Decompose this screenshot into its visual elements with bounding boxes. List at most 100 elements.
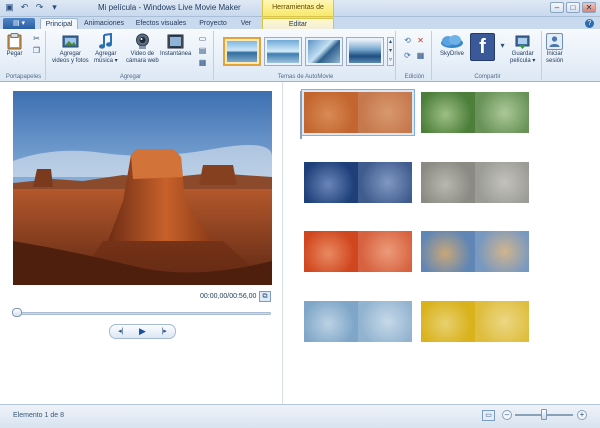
tab-editar[interactable]: Editar — [262, 18, 334, 29]
save-icon[interactable]: ▣ — [4, 2, 15, 13]
clip-frame — [304, 231, 358, 272]
minimize-button[interactable]: – — [550, 2, 564, 13]
gallery-up-icon[interactable]: ▴ — [388, 38, 393, 47]
undo-icon[interactable]: ↶ — [19, 2, 30, 13]
tab-animaciones[interactable]: Animaciones — [82, 18, 126, 29]
timecode: 00:00,00/00:56,00 — [200, 293, 257, 300]
redo-icon[interactable]: ↷ — [34, 2, 45, 13]
status-bar: Elemento 1 de 8 ▭ – + — [0, 404, 600, 428]
tab-principal[interactable]: Principal — [40, 18, 78, 29]
tab-ver[interactable]: Ver — [236, 18, 256, 29]
webcam-video-button[interactable]: Video de cámara web — [126, 33, 159, 65]
next-frame-icon[interactable]: |▸ — [156, 326, 172, 337]
group-add: Agregar videos y fotos Agregar música ▾ Vi… — [48, 31, 214, 80]
window-title: Mi película - Windows Live Movie Maker — [98, 3, 241, 12]
themes-gallery-scroll[interactable]: ▴ ▾ ▿ — [387, 37, 394, 66]
add-caption-icon[interactable]: ▤ — [198, 46, 207, 55]
clip-frame — [421, 92, 475, 133]
film-photo-icon — [62, 33, 79, 50]
gallery-more-icon[interactable]: ▿ — [388, 56, 393, 65]
storyboard-clip[interactable] — [304, 231, 412, 272]
tab-proyecto[interactable]: Proyecto — [196, 18, 230, 29]
group-automovie-themes: ▴ ▾ ▿ Temas de AutoMovie — [216, 31, 396, 80]
clip-frame — [358, 162, 412, 203]
customize-toolbar-icon[interactable]: ▾ — [49, 2, 60, 13]
zoom-slider-handle[interactable] — [541, 409, 547, 420]
copy-icon[interactable]: ❐ — [32, 46, 41, 55]
app-menu-button[interactable]: ▤ ▾ — [3, 18, 35, 29]
aspect-ratio-icon[interactable]: ▭ — [482, 410, 495, 421]
select-all-icon[interactable]: ▦ — [416, 51, 425, 60]
clip-frame — [475, 92, 529, 133]
previous-frame-icon[interactable]: ◂| — [113, 326, 129, 337]
storyboard-clip[interactable] — [421, 162, 529, 203]
preview-monitor[interactable] — [13, 91, 272, 285]
playhead-indicator[interactable] — [300, 91, 302, 139]
storyboard-clip[interactable] — [301, 89, 415, 136]
save-movie-button[interactable]: Guardar película ▾ — [510, 33, 535, 65]
group-sign-in: Iniciar sesión — [544, 31, 572, 80]
music-note-icon — [97, 33, 114, 50]
share-more-icon[interactable]: ▾ — [498, 41, 507, 50]
help-icon[interactable]: ? — [585, 19, 594, 28]
tab-efectos-visuales[interactable]: Efectos visuales — [132, 18, 190, 29]
theme-thumbnail[interactable] — [223, 37, 261, 66]
add-videos-photos-label: Agregar videos y fotos — [52, 51, 89, 64]
theme-thumbnail[interactable] — [346, 37, 384, 66]
zoom-in-icon[interactable]: + — [577, 410, 587, 420]
remove-icon[interactable]: ✕ — [416, 36, 425, 45]
rotate-left-icon[interactable]: ⟲ — [403, 36, 412, 45]
webcam-video-label: Video de cámara web — [126, 51, 159, 64]
seek-bar[interactable] — [15, 312, 271, 315]
user-icon — [546, 33, 564, 50]
ribbon: Pegar ✂ ❐ Portapapeles Agregar videos y f… — [0, 29, 600, 82]
storyboard-clip[interactable] — [421, 92, 529, 133]
storyboard-clip[interactable] — [421, 231, 529, 272]
clip-frame — [358, 92, 412, 133]
sign-in-button[interactable]: Iniciar sesión — [546, 33, 563, 65]
playback-controls: ◂| ▶ |▸ — [109, 324, 176, 339]
zoom-out-icon[interactable]: – — [502, 410, 512, 420]
ribbon-tabs: ▤ ▾ Principal Animaciones Efectos visual… — [0, 17, 600, 29]
skydrive-button[interactable]: SkyDrive — [438, 33, 466, 58]
gallery-down-icon[interactable]: ▾ — [388, 47, 393, 56]
add-credits-icon[interactable]: ▦ — [198, 58, 207, 67]
play-icon[interactable]: ▶ — [134, 326, 150, 337]
clip-frame — [421, 162, 475, 203]
storyboard-clip[interactable] — [421, 301, 529, 342]
clip-frame — [358, 301, 412, 342]
add-music-label: Agregar música ▾ — [94, 51, 118, 64]
group-label-clipboard: Portapapeles — [5, 74, 42, 80]
clip-frame — [304, 162, 358, 203]
maximize-button[interactable]: □ — [566, 2, 580, 13]
skydrive-label: SkyDrive — [439, 51, 464, 57]
paste-label: Pegar — [6, 51, 23, 57]
main-area: 00:00,00/00:56,00 ⧉ ◂| ▶ |▸ — [0, 82, 600, 404]
contextual-tools-title: Herramientas de video — [262, 0, 334, 27]
clip-frame — [304, 92, 358, 133]
save-movie-label: Guardar película ▾ — [510, 51, 536, 64]
storyboard-clip[interactable] — [304, 301, 412, 342]
theme-thumbnail[interactable] — [264, 37, 302, 66]
skydrive-icon — [438, 33, 466, 50]
sign-in-label: Iniciar sesión — [546, 51, 564, 64]
paste-button[interactable]: Pegar — [6, 33, 23, 58]
clip-frame — [475, 231, 529, 272]
facebook-icon: f — [470, 33, 495, 61]
cut-icon[interactable]: ✂ — [32, 34, 41, 43]
group-share: SkyDrive f ▾ Guardar película ▾ Compartir — [434, 31, 542, 80]
clip-frame — [475, 162, 529, 203]
facebook-button[interactable]: f — [470, 33, 495, 61]
add-title-icon[interactable]: ▭ — [198, 34, 207, 43]
window-controls: – □ ✕ — [550, 2, 596, 13]
seek-handle[interactable] — [12, 308, 22, 317]
snapshot-button[interactable]: Instantánea — [160, 33, 191, 58]
storyboard-clip[interactable] — [304, 162, 412, 203]
split-view-icon[interactable]: ⧉ — [259, 291, 271, 302]
add-music-button[interactable]: Agregar música ▾ — [94, 33, 118, 65]
add-videos-photos-button[interactable]: Agregar videos y fotos — [52, 33, 89, 65]
snapshot-icon — [167, 33, 184, 50]
close-button[interactable]: ✕ — [582, 2, 596, 13]
theme-thumbnail[interactable] — [305, 37, 343, 66]
rotate-right-icon[interactable]: ⟳ — [403, 51, 412, 60]
